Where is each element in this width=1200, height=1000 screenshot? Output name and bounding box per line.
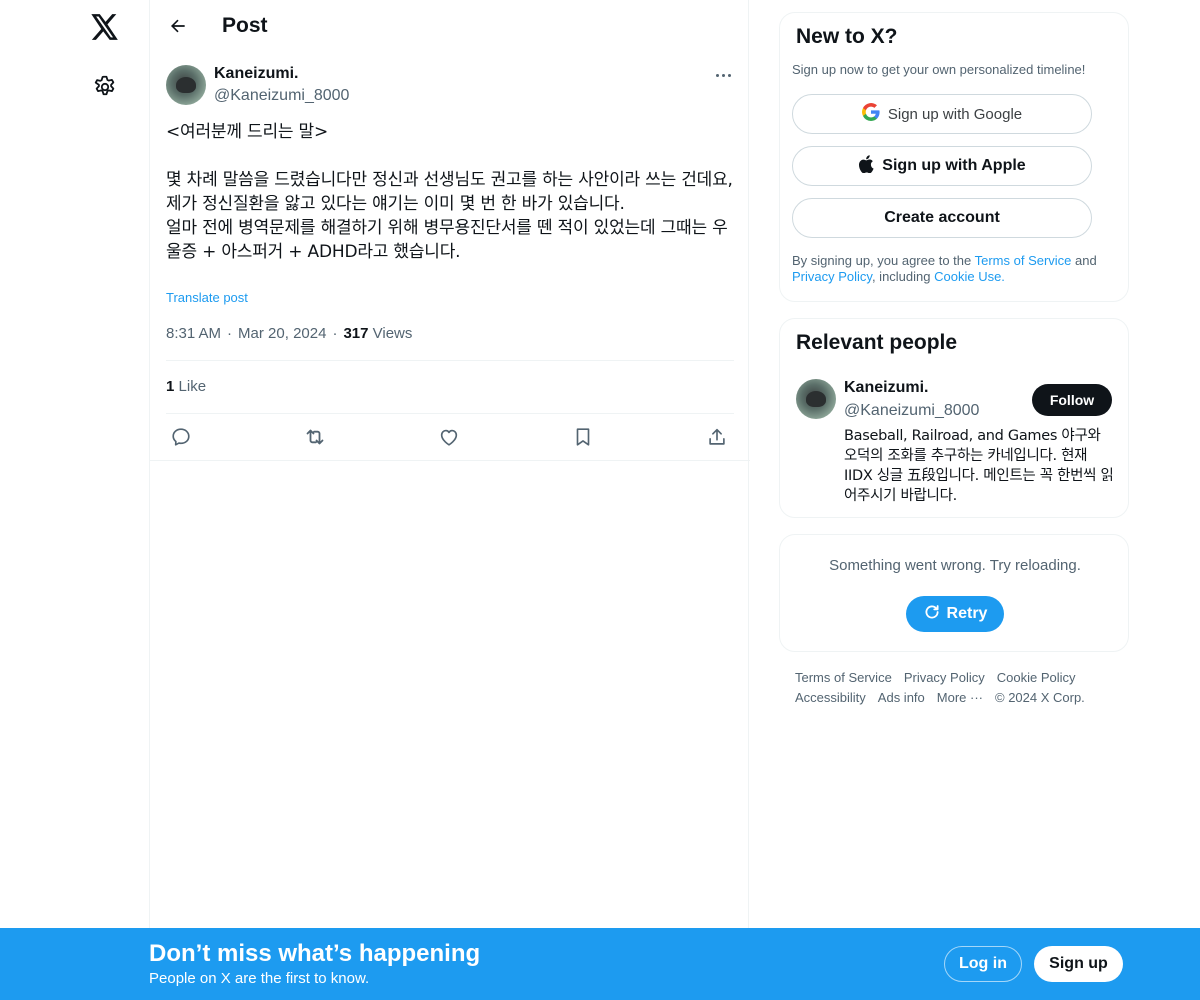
signup-card-title: New to X? <box>796 25 898 48</box>
more-options-icon[interactable] <box>710 66 736 84</box>
follow-button[interactable]: Follow <box>1032 384 1112 416</box>
google-signup-label: Sign up with Google <box>887 105 1023 123</box>
gear-icon[interactable] <box>89 71 121 103</box>
copyright: © 2024 X Corp. <box>995 690 1085 705</box>
footer-links: Terms of Service Privacy Policy Cookie Pol… <box>795 668 1125 708</box>
separator: · <box>332 325 338 342</box>
refresh-icon <box>923 603 941 626</box>
google-signup-button[interactable]: Sign up with Google <box>792 94 1092 134</box>
legal-and: and <box>1071 253 1097 268</box>
main-column: Post Kaneizumi. @Kaneizumi_8000 <여러분께 드리… <box>149 0 750 1000</box>
terms-link[interactable]: Terms of Service <box>975 253 1072 268</box>
retry-button[interactable]: Retry <box>906 596 1004 632</box>
likes-label: Like <box>178 378 207 395</box>
relevant-people-title: Relevant people <box>796 331 958 354</box>
footer-accessibility-link[interactable]: Accessibility <box>795 690 866 705</box>
apple-signup-label: Sign up with Apple <box>882 157 1026 174</box>
footer-terms-link[interactable]: Terms of Service <box>795 670 892 685</box>
footer-cookie-link[interactable]: Cookie Policy <box>997 670 1076 685</box>
apple-icon <box>858 154 874 178</box>
action-bar <box>150 414 750 461</box>
footer-ads-link[interactable]: Ads info <box>878 690 925 705</box>
translate-post-link[interactable]: Translate post <box>166 290 248 305</box>
views-count: 317 Views <box>343 325 412 342</box>
google-icon <box>861 103 880 125</box>
error-message: Something went wrong. Try reloading. <box>829 557 1081 574</box>
likes-number: 1 <box>166 378 175 395</box>
relevant-people-card: Relevant people Kaneizumi. @Kaneizumi_80… <box>779 318 1129 518</box>
cookie-use-link[interactable]: Cookie Use. <box>934 269 1005 284</box>
relevant-user-bio: Baseball, Railroad, and Games 야구와 오덕의 조화… <box>844 428 1114 504</box>
login-button[interactable]: Log in <box>944 946 1022 982</box>
post-date[interactable]: Mar 20, 2024 <box>238 325 326 342</box>
relevant-user-handle[interactable]: @Kaneizumi_8000 <box>844 402 979 420</box>
share-icon[interactable] <box>704 424 730 450</box>
reply-icon[interactable] <box>168 424 194 450</box>
views-number: 317 <box>343 325 369 342</box>
separator: · <box>227 325 233 342</box>
bottom-banner: Don’t miss what’s happening People on X … <box>0 928 1200 1000</box>
legal-text: By signing up, you agree to the Terms of… <box>792 253 1122 285</box>
signup-card: New to X? Sign up now to get your own pe… <box>779 12 1129 302</box>
page-title: Post <box>222 14 268 37</box>
left-nav <box>0 0 150 1000</box>
signup-button[interactable]: Sign up <box>1034 946 1123 982</box>
repost-icon[interactable] <box>302 424 328 450</box>
author-name[interactable]: Kaneizumi. <box>214 65 298 83</box>
avatar[interactable] <box>796 379 836 419</box>
error-card: Something went wrong. Try reloading. Ret… <box>779 534 1129 652</box>
arrow-left-icon[interactable] <box>164 12 192 40</box>
post-text: <여러분께 드리는 말> 몇 차례 말씀을 드렸습니다만 정신과 선생님도 권고… <box>166 122 733 262</box>
footer-more-link[interactable]: More ··· <box>937 690 983 705</box>
apple-signup-button[interactable]: Sign up with Apple <box>792 146 1092 186</box>
legal-including: , including <box>871 269 935 284</box>
x-logo-icon[interactable] <box>88 10 122 44</box>
create-account-label: Create account <box>884 209 1000 226</box>
likes-count[interactable]: 1 Like <box>166 378 206 395</box>
privacy-link[interactable]: Privacy Policy <box>792 269 872 284</box>
bookmark-icon[interactable] <box>570 424 596 450</box>
post-time[interactable]: 8:31 AM <box>166 325 221 342</box>
avatar[interactable] <box>166 65 206 105</box>
banner-title: Don’t miss what’s happening <box>149 940 481 967</box>
banner-subtitle: People on X are the first to know. <box>149 970 370 987</box>
create-account-button[interactable]: Create account <box>792 198 1092 238</box>
post-meta: 8:31 AM · Mar 20, 2024 · 317 Views <box>166 325 412 342</box>
views-label: Views <box>372 325 413 342</box>
like-icon[interactable] <box>436 424 462 450</box>
post-header: Post <box>150 0 750 53</box>
divider <box>166 360 734 361</box>
signup-card-subtitle: Sign up now to get your own personalized… <box>792 62 1086 77</box>
author-handle[interactable]: @Kaneizumi_8000 <box>214 87 349 105</box>
retry-label: Retry <box>946 605 988 622</box>
legal-prefix: By signing up, you agree to the <box>792 253 975 268</box>
relevant-user-name[interactable]: Kaneizumi. <box>844 379 928 397</box>
footer-privacy-link[interactable]: Privacy Policy <box>904 670 985 685</box>
